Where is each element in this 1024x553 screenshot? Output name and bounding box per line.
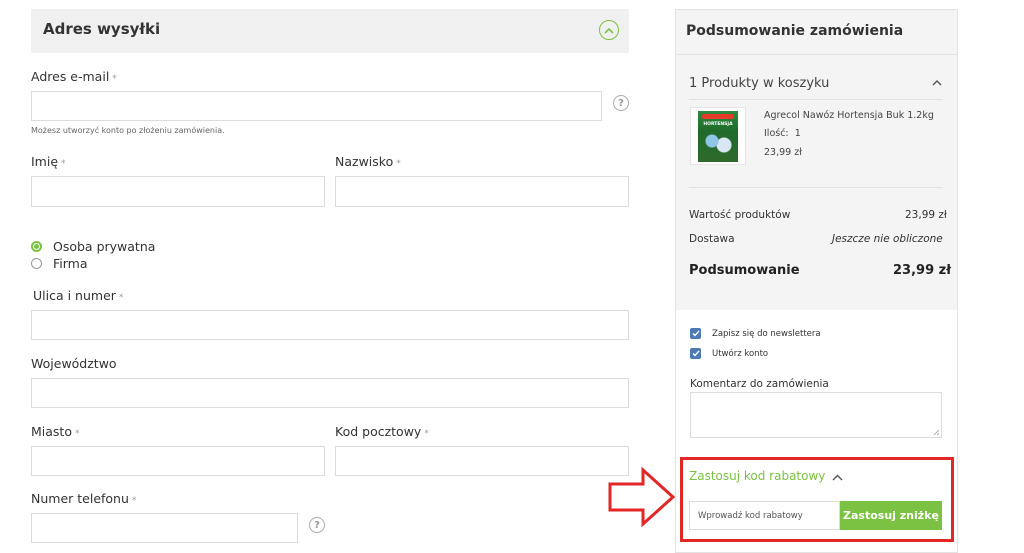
comment-textarea[interactable] bbox=[690, 392, 942, 438]
cart-divider bbox=[689, 99, 942, 100]
phone-help-icon[interactable]: ? bbox=[309, 517, 325, 533]
street-field[interactable] bbox=[31, 310, 629, 340]
radio-private-person[interactable] bbox=[31, 241, 42, 252]
discount-code-input[interactable]: Wprowadź kod rabatowy bbox=[689, 501, 840, 530]
city-label: Miasto * bbox=[31, 424, 80, 439]
products-value: 23,99 zł bbox=[905, 209, 947, 221]
product-image[interactable]: HORTENSJA bbox=[690, 107, 746, 165]
discount-code-placeholder: Wprowadź kod rabatowy bbox=[698, 511, 803, 521]
first-name-field[interactable] bbox=[31, 176, 325, 207]
total-value: 23,99 zł bbox=[893, 263, 952, 278]
radio-private-person-label[interactable]: Osoba prywatna bbox=[53, 239, 155, 254]
street-label: Ulica i numer * bbox=[33, 288, 124, 303]
summary-divider bbox=[676, 54, 957, 55]
newsletter-label[interactable]: Zapisz się do newslettera bbox=[712, 329, 821, 339]
postal-code-label: Kod pocztowy * bbox=[335, 424, 429, 439]
product-price: 23,99 zł bbox=[764, 147, 802, 158]
last-name-label: Nazwisko * bbox=[335, 154, 401, 169]
shipping-label: Dostawa bbox=[689, 233, 735, 245]
radio-company[interactable] bbox=[31, 258, 42, 269]
red-arrow-icon bbox=[608, 466, 676, 528]
product-name[interactable]: Agrecol Nawóz Hortensja Buk 1.2kg bbox=[764, 110, 934, 121]
newsletter-checkbox[interactable] bbox=[690, 328, 701, 339]
discount-toggle[interactable]: Zastosuj kod rabatowy bbox=[689, 469, 825, 483]
check-icon bbox=[692, 350, 700, 357]
product-image-text: HORTENSJA bbox=[703, 122, 733, 127]
shipping-value: Jeszcze nie obliczone bbox=[832, 233, 943, 245]
check-icon bbox=[692, 330, 700, 337]
create-account-checkbox[interactable] bbox=[690, 348, 701, 359]
phone-label: Numer telefonu * bbox=[31, 491, 137, 506]
region-field[interactable] bbox=[31, 378, 629, 408]
first-name-label: Imię * bbox=[31, 154, 66, 169]
products-value-label: Wartość produktów bbox=[689, 209, 791, 221]
email-help-icon[interactable]: ? bbox=[613, 95, 629, 111]
create-account-label[interactable]: Utwórz konto bbox=[712, 349, 768, 359]
collapse-shipping-button[interactable] bbox=[599, 20, 619, 40]
email-field[interactable] bbox=[31, 91, 602, 121]
comment-label: Komentarz do zamówienia bbox=[690, 378, 829, 390]
email-hint: Możesz utworzyć konto po złożeniu zamówi… bbox=[31, 126, 225, 135]
total-label: Podsumowanie bbox=[689, 263, 800, 278]
chevron-up-icon[interactable] bbox=[932, 79, 942, 86]
radio-company-label[interactable]: Firma bbox=[53, 256, 88, 271]
product-quantity: Ilość: 1 bbox=[764, 128, 801, 139]
apply-discount-button[interactable]: Zastosuj zniżkę bbox=[840, 501, 942, 530]
cart-count-label[interactable]: 1 Produkty w koszyku bbox=[689, 76, 829, 91]
order-summary-title: Podsumowanie zamówienia bbox=[686, 23, 904, 39]
last-name-field[interactable] bbox=[335, 176, 629, 207]
city-field[interactable] bbox=[31, 446, 325, 476]
chevron-up-icon bbox=[604, 27, 614, 34]
postal-code-field[interactable] bbox=[335, 446, 629, 476]
email-label: Adres e-mail * bbox=[31, 69, 117, 84]
resize-handle-icon[interactable] bbox=[933, 429, 940, 436]
phone-field[interactable] bbox=[31, 513, 298, 543]
chevron-up-icon[interactable] bbox=[832, 474, 843, 481]
region-label: Województwo bbox=[31, 356, 117, 371]
shipping-section-title: Adres wysyłki bbox=[43, 20, 161, 38]
product-divider bbox=[689, 187, 942, 188]
